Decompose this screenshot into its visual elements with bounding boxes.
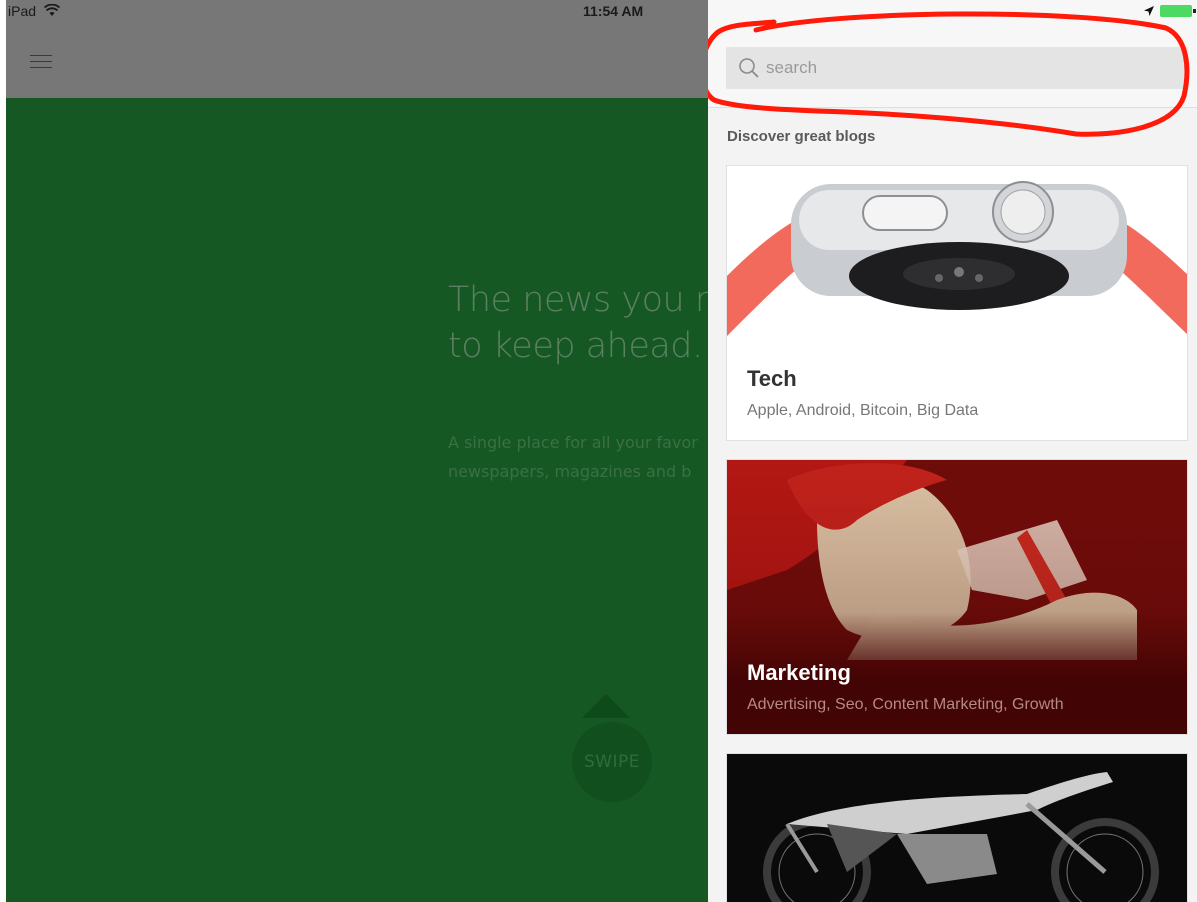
section-title: Discover great blogs: [727, 128, 876, 145]
status-bar-right: [708, 0, 1197, 22]
status-time: 11:54 AM: [583, 3, 644, 19]
hero-title-line: to keep ahead.: [448, 326, 703, 366]
top-bar: [6, 22, 708, 98]
card-subtitle: Apple, Android, Bitcoin, Big Data: [747, 402, 979, 419]
card-title: Marketing: [747, 660, 851, 685]
search-input[interactable]: [766, 47, 1166, 89]
smartwatch-image: [727, 166, 1187, 346]
blog-card-tech[interactable]: Tech Apple, Android, Bitcoin, Big Data: [726, 165, 1188, 441]
card-title: Tech: [747, 366, 797, 391]
background-app: iPad 11:54 AM The news you ne to keep ah…: [6, 0, 708, 902]
battery-icon: [1160, 5, 1196, 17]
motorcycle-image: [727, 754, 1187, 902]
hero-subtitle: A single place for all your favor newspa…: [448, 428, 708, 486]
hero-subtitle-line: A single place for all your favor: [448, 433, 698, 452]
location-arrow-icon: [1144, 6, 1154, 16]
vintage-advertising-image: [727, 460, 1187, 734]
discover-panel: Discover great blogs Tech Apple, Android…: [708, 0, 1197, 902]
hero-title: The news you ne to keep ahead.: [448, 277, 708, 369]
hero-subtitle-line: newspapers, magazines and b: [448, 462, 692, 481]
swipe-label: SWIPE: [572, 722, 652, 802]
swipe-button[interactable]: SWIPE: [566, 694, 652, 806]
search-area: [708, 22, 1197, 108]
wifi-icon: [44, 4, 60, 16]
search-box[interactable]: [726, 47, 1188, 89]
hamburger-menu-icon[interactable]: [30, 55, 52, 69]
blog-card-marketing[interactable]: Marketing Advertising, Seo, Content Mark…: [726, 459, 1188, 735]
blog-card-design[interactable]: [726, 753, 1188, 902]
hero-title-line: The news you ne: [448, 280, 708, 320]
chevron-up-icon: [582, 694, 630, 718]
search-icon: [739, 58, 759, 78]
device-label: iPad: [8, 3, 37, 19]
status-bar-left: iPad 11:54 AM: [6, 0, 708, 22]
card-subtitle: Advertising, Seo, Content Marketing, Gro…: [747, 696, 1064, 713]
